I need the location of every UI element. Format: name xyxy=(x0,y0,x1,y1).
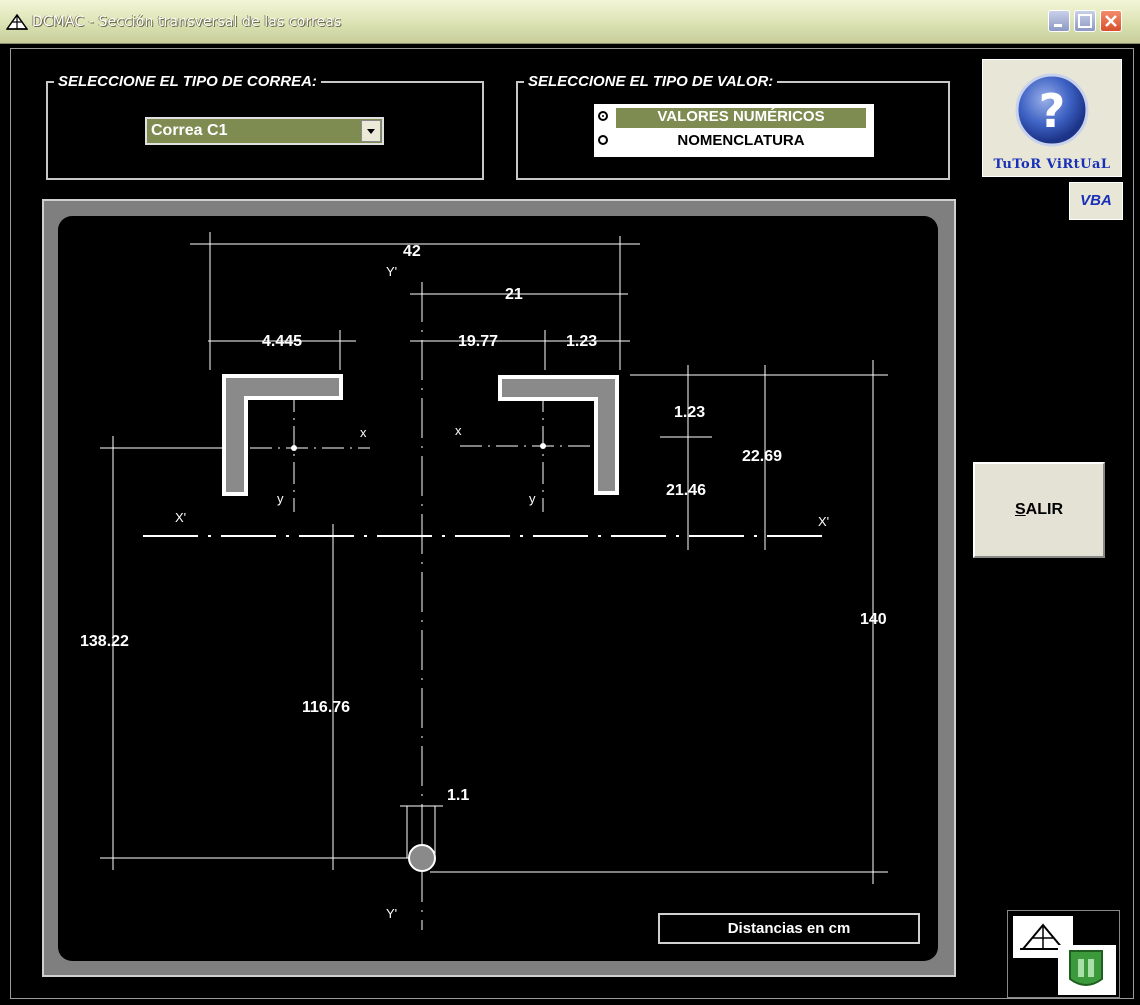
axis-label-x-prime-right: X' xyxy=(818,514,829,529)
university-shield-icon xyxy=(1058,945,1116,995)
dim-centroid-height: 22.69 xyxy=(742,448,782,465)
dim-thickness-v: 1.23 xyxy=(674,404,705,421)
cross-section-drawing: 42 21 4.445 19.77 1.23 1.23 22.69 21.46 … xyxy=(80,232,888,930)
dim-total-height: 140 xyxy=(860,611,887,628)
axis-label-y-right: y xyxy=(529,491,536,506)
dim-flange: 4.445 xyxy=(262,333,302,350)
axis-label-x-prime-left: X' xyxy=(175,510,186,525)
axis-label-x-left: x xyxy=(360,425,367,440)
dim-thickness: 1.23 xyxy=(566,333,597,350)
axis-label-y-left: y xyxy=(277,491,284,506)
dim-pin: 1.1 xyxy=(447,787,469,804)
dim-inner: 19.77 xyxy=(458,333,498,350)
axis-label-x-right: x xyxy=(455,423,462,438)
dim-total-width: 42 xyxy=(403,243,421,260)
app-window: DCMAC - Sección transversal de las corre… xyxy=(0,0,1140,1005)
dim-center-height: 116.76 xyxy=(302,699,350,716)
support-pin xyxy=(408,844,436,872)
axis-label-y-prime-bottom: Y' xyxy=(386,906,397,921)
units-note: Distancias en cm xyxy=(658,913,920,944)
dim-web-to-axis: 21.46 xyxy=(666,482,706,499)
dim-half-width: 21 xyxy=(505,286,523,303)
right-profile xyxy=(498,375,619,495)
brand-logos xyxy=(1007,910,1120,998)
axis-label-y-prime-top: Y' xyxy=(386,264,397,279)
left-profile xyxy=(222,374,343,496)
dim-left-height: 138.22 xyxy=(80,633,129,650)
